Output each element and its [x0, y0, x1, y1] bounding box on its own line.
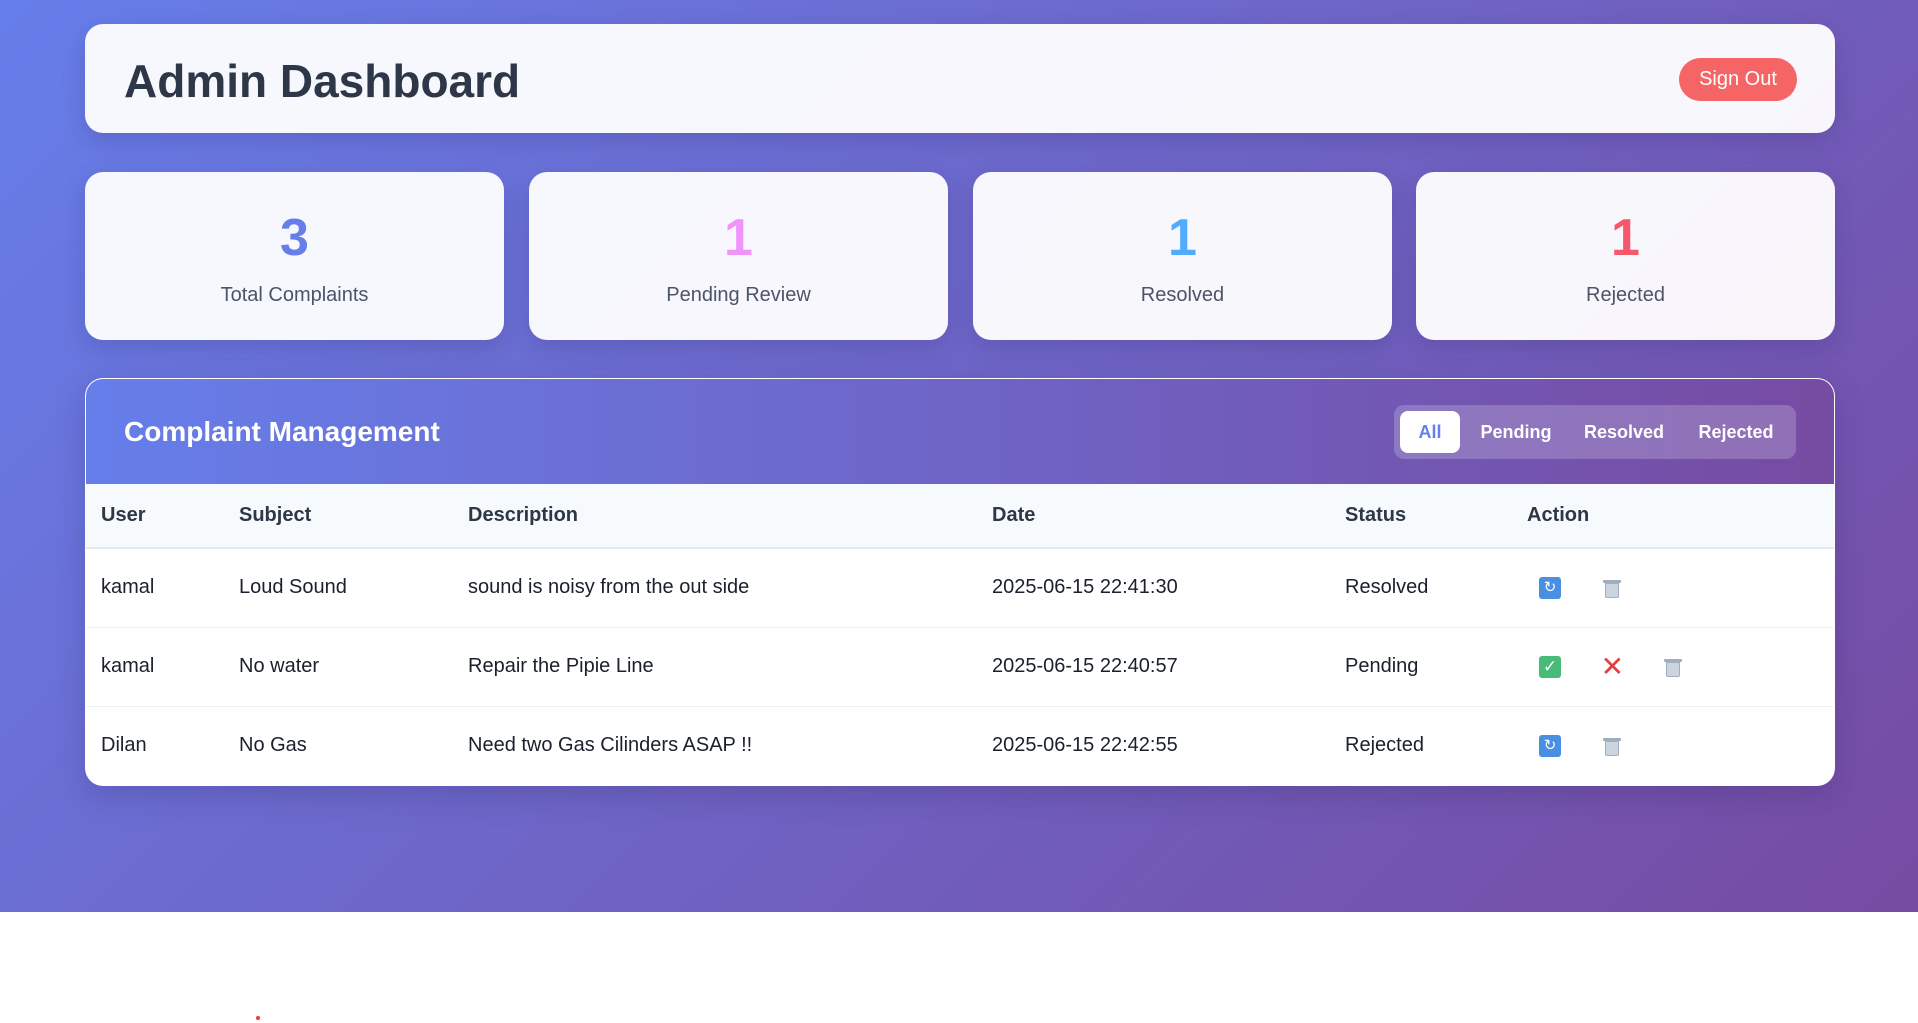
cell-user: kamal: [86, 548, 224, 628]
column-header-action: Action: [1512, 484, 1834, 549]
trash-icon[interactable]: [1601, 735, 1623, 757]
complaint-management-panel: Complaint Management All Pending Resolve…: [85, 378, 1835, 786]
column-header-user: User: [86, 484, 224, 549]
cell-description: Repair the Pipie Line: [453, 627, 977, 707]
stat-card-total: 3 Total Complaints: [85, 172, 504, 340]
filter-tab-resolved[interactable]: Resolved: [1572, 411, 1676, 453]
cell-user: kamal: [86, 627, 224, 707]
stray-dot: [256, 1016, 260, 1020]
complaints-table: User Subject Description Date Status Act…: [86, 484, 1834, 785]
stat-value: 1: [1168, 209, 1197, 267]
stat-label: Resolved: [1140, 284, 1225, 306]
table-header-row: User Subject Description Date Status Act…: [86, 484, 1834, 549]
filter-tab-rejected[interactable]: Rejected: [1682, 411, 1790, 453]
cell-date: 2025-06-15 22:41:30: [977, 548, 1330, 628]
sign-out-button[interactable]: Sign Out: [1679, 58, 1797, 101]
cell-subject: No water: [224, 627, 453, 707]
cell-status: Rejected: [1345, 734, 1424, 757]
stat-card-pending: 1 Pending Review: [529, 172, 948, 340]
stat-label: Total Complaints: [220, 284, 369, 306]
refresh-icon[interactable]: ↻: [1539, 576, 1561, 599]
cell-status: Resolved: [1330, 548, 1512, 628]
stat-card-resolved: 1 Resolved: [973, 172, 1392, 340]
column-header-subject: Subject: [224, 484, 453, 549]
stat-label: Rejected: [1586, 284, 1665, 306]
check-icon[interactable]: ✓: [1539, 655, 1561, 678]
stat-value: 1: [724, 209, 753, 267]
stat-value: 1: [1611, 209, 1640, 267]
column-header-description: Description: [453, 484, 977, 549]
cell-actions: ↻: [1512, 706, 1834, 785]
cell-date: 2025-06-15 22:42:55: [992, 734, 1178, 757]
stat-value: 3: [280, 209, 309, 267]
cell-user: Dilan: [101, 734, 147, 757]
dashboard-header: Admin Dashboard Sign Out: [85, 24, 1835, 133]
cell-actions: ✓ ✕: [1512, 627, 1834, 707]
stats-row: 3 Total Complaints 1 Pending Review 1 Re…: [85, 172, 1835, 340]
filter-tabs: All Pending Resolved Rejected: [1394, 405, 1796, 459]
x-icon[interactable]: ✕: [1601, 652, 1624, 680]
page-title: Admin Dashboard: [124, 55, 521, 107]
column-header-status: Status: [1330, 484, 1512, 549]
panel-title: Complaint Management: [124, 416, 440, 447]
cell-subject: Loud Sound: [224, 548, 453, 628]
filter-tab-all[interactable]: All: [1400, 411, 1460, 453]
stat-card-rejected: 1 Rejected: [1416, 172, 1835, 340]
table-row: kamal No water Repair the Pipie Line 202…: [86, 627, 1834, 707]
table-row: kamal Loud Sound sound is noisy from the…: [86, 548, 1834, 628]
cell-description: sound is noisy from the out side: [453, 548, 977, 628]
cell-description: Need two Gas Cilinders ASAP !!: [468, 734, 753, 757]
cell-actions: ↻: [1512, 548, 1834, 628]
filter-tab-pending[interactable]: Pending: [1466, 411, 1566, 453]
cell-status: Pending: [1330, 627, 1512, 707]
panel-header: Complaint Management All Pending Resolve…: [86, 379, 1834, 484]
trash-icon[interactable]: [1662, 656, 1684, 678]
trash-icon[interactable]: [1601, 577, 1623, 599]
refresh-icon[interactable]: ↻: [1539, 734, 1561, 757]
stat-label: Pending Review: [666, 284, 811, 306]
column-header-date: Date: [977, 484, 1330, 549]
cell-date: 2025-06-15 22:40:57: [977, 627, 1330, 707]
cell-subject: No Gas: [239, 734, 307, 757]
table-row: Dilan No Gas Need two Gas Cilinders ASAP…: [86, 706, 1834, 785]
